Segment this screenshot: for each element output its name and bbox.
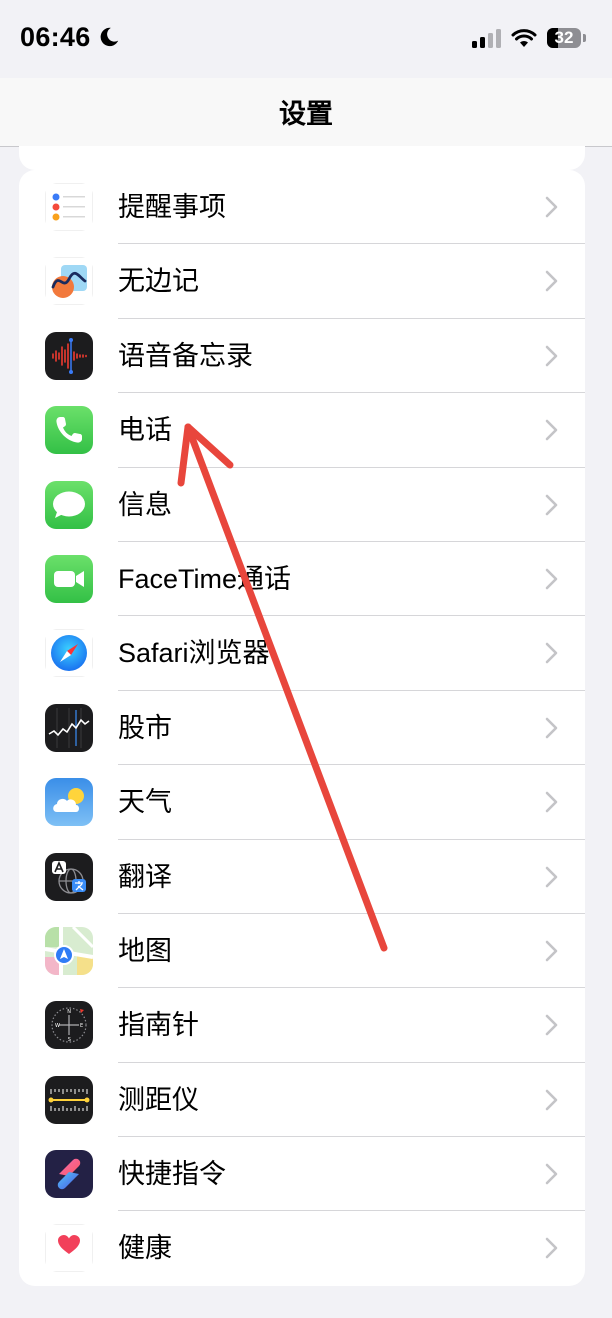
health-icon bbox=[45, 1224, 93, 1273]
chevron-right-icon bbox=[545, 866, 558, 887]
moon-icon bbox=[100, 27, 119, 47]
settings-list: 提醒事项 无边记 语音备忘录 电话 信息 FaceTime通话 Safari浏览… bbox=[19, 170, 585, 1286]
weather-icon bbox=[45, 778, 93, 827]
row-label: 指南针 bbox=[118, 1010, 199, 1041]
row-label: FaceTime通话 bbox=[118, 563, 292, 594]
chevron-right-icon bbox=[545, 494, 558, 515]
facetime-icon bbox=[45, 554, 93, 603]
chevron-right-icon bbox=[545, 791, 558, 813]
settings-row-messages[interactable]: 信息 bbox=[19, 468, 585, 542]
chevron-right-icon bbox=[545, 1014, 558, 1036]
row-label: 电话 bbox=[118, 415, 172, 446]
settings-row-stocks[interactable]: 股市 bbox=[19, 691, 585, 766]
svg-text:S: S bbox=[68, 1037, 71, 1043]
status-time: 06:46 bbox=[20, 22, 91, 52]
maps-icon bbox=[45, 926, 93, 975]
settings-row-shortcuts[interactable]: 快捷指令 bbox=[19, 1137, 585, 1212]
row-label: 无边记 bbox=[118, 266, 199, 297]
battery-icon: 32 bbox=[547, 28, 581, 48]
wifi-icon bbox=[511, 29, 537, 47]
row-label: 语音备忘录 bbox=[118, 340, 253, 371]
settings-row-phone[interactable]: 电话 bbox=[19, 393, 585, 468]
row-label: 提醒事项 bbox=[118, 192, 226, 222]
row-label: 测距仪 bbox=[118, 1084, 199, 1115]
chevron-right-icon bbox=[545, 1089, 558, 1110]
settings-row-compass[interactable]: N S W E 指南针 bbox=[19, 988, 585, 1063]
navigation-bar: 设置 bbox=[0, 78, 612, 147]
row-label: 信息 bbox=[118, 489, 172, 520]
translate-icon bbox=[45, 852, 93, 901]
chevron-right-icon bbox=[545, 271, 558, 292]
battery-level: 32 bbox=[554, 28, 574, 47]
chevron-right-icon bbox=[545, 1163, 558, 1185]
reminders-icon bbox=[45, 183, 93, 231]
row-label: 地图 bbox=[118, 935, 172, 966]
page-title: 设置 bbox=[279, 99, 333, 129]
chevron-right-icon bbox=[545, 643, 558, 664]
settings-row-freeform[interactable]: 无边记 bbox=[19, 244, 585, 319]
row-label: 翻译 bbox=[118, 861, 172, 892]
settings-row-maps[interactable]: 地图 bbox=[19, 914, 585, 989]
svg-text:W: W bbox=[55, 1023, 60, 1029]
chevron-right-icon bbox=[545, 1238, 558, 1259]
settings-row-voice-memos[interactable]: 语音备忘录 bbox=[19, 319, 585, 394]
chevron-right-icon bbox=[545, 419, 558, 441]
voice-memos-icon bbox=[45, 331, 93, 380]
row-label: 天气 bbox=[118, 787, 172, 818]
settings-row-facetime[interactable]: FaceTime通话 bbox=[19, 542, 585, 617]
svg-text:E: E bbox=[80, 1023, 83, 1029]
settings-group-top bbox=[19, 146, 585, 170]
chevron-right-icon bbox=[545, 568, 558, 590]
row-label: 股市 bbox=[118, 712, 172, 743]
settings-row-measure[interactable]: 测距仪 bbox=[19, 1063, 585, 1138]
chevron-right-icon bbox=[545, 717, 558, 739]
compass-icon: N S W E bbox=[45, 1001, 93, 1050]
row-label: 快捷指令 bbox=[118, 1159, 226, 1190]
status-bar: 06:46 32 bbox=[0, 0, 612, 78]
settings-row-health[interactable]: 健康 bbox=[19, 1211, 585, 1285]
svg-text:N: N bbox=[67, 1009, 71, 1015]
status-indicators: 32 bbox=[472, 26, 586, 50]
settings-row-reminders[interactable]: 提醒事项 bbox=[19, 170, 585, 245]
stocks-icon bbox=[45, 703, 93, 752]
safari-icon bbox=[45, 629, 93, 678]
messages-icon bbox=[45, 480, 93, 529]
cellular-signal-icon bbox=[472, 28, 501, 48]
chevron-right-icon bbox=[545, 345, 558, 367]
chevron-right-icon bbox=[545, 940, 558, 962]
settings-row-safari[interactable]: Safari浏览器 bbox=[19, 616, 585, 691]
settings-row-weather[interactable]: 天气 bbox=[19, 765, 585, 840]
measure-icon bbox=[45, 1075, 93, 1124]
freeform-icon bbox=[45, 257, 93, 306]
settings-row-translate[interactable]: 翻译 bbox=[19, 840, 585, 914]
shortcuts-icon bbox=[45, 1150, 93, 1199]
phone-icon bbox=[45, 406, 93, 455]
row-label: 健康 bbox=[118, 1233, 172, 1264]
row-label: Safari浏览器 bbox=[118, 638, 270, 669]
chevron-right-icon bbox=[545, 196, 558, 218]
